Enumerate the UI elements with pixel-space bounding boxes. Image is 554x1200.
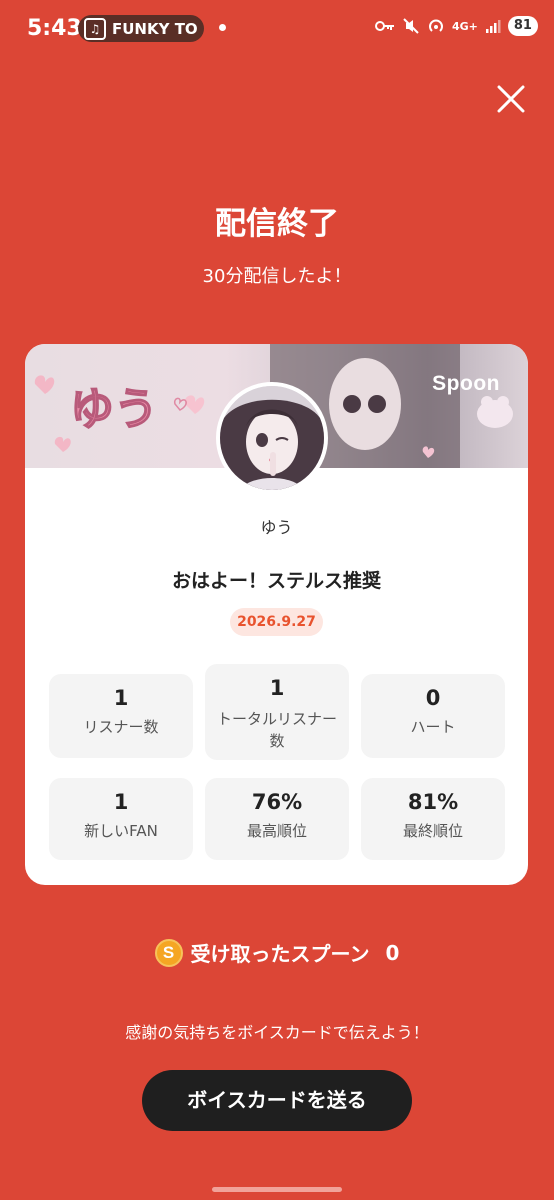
broadcast-duration-text: 30分配信したよ！ [202, 266, 352, 287]
hotspot-icon [429, 19, 443, 32]
live-title: おはよー！ステルス推奨 [171, 570, 381, 592]
mute-icon [403, 18, 419, 34]
stat-total-listeners: 1 トータルリスナー数 [205, 664, 349, 760]
stat-label: 新しいFAN [84, 822, 158, 840]
stat-value: 76% [251, 790, 303, 814]
now-playing-text: FUNKY TO [112, 19, 198, 38]
stat-label: 最終順位 [402, 822, 463, 840]
music-note-icon: ♫ [84, 17, 106, 40]
voice-card-prompt: 感謝の気持ちをボイスカードで伝えよう！ [125, 1023, 429, 1042]
banner-name-art: ゆう [70, 384, 158, 435]
stat-value: 1 [113, 790, 129, 814]
stat-final-rank: 81% 最終順位 [361, 778, 505, 860]
signal-icon [485, 20, 501, 33]
stat-label: トータルリスナー数 [217, 710, 338, 750]
send-voice-card-button[interactable]: ボイスカードを送る [142, 1070, 412, 1131]
page-title: 配信終了 [215, 206, 339, 242]
close-icon [497, 85, 525, 113]
dj-name: ゆう [260, 518, 293, 537]
spoon-coin-icon: S [154, 938, 183, 967]
dj-avatar [216, 382, 328, 494]
stat-label: 最高順位 [246, 822, 307, 840]
stat-hearts: 0 ハート [361, 674, 505, 758]
close-button[interactable] [496, 84, 526, 114]
spoons-received-label: 受け取ったスプーン [190, 942, 370, 966]
notification-dot-icon [219, 24, 226, 31]
stat-value: 0 [425, 686, 441, 710]
key-icon [375, 21, 394, 31]
stat-value: 1 [269, 676, 285, 700]
system-icons: 4G+ 81 [375, 16, 538, 36]
home-indicator[interactable] [212, 1187, 342, 1192]
broadcast-result-card: ゆう Spoon ゆう おはよー！ステルス推奨 2026.9.27 1 リスナー… [25, 344, 528, 885]
stat-highest-rank: 76% 最高順位 [205, 778, 349, 860]
status-time: 5:43 [27, 16, 82, 41]
stat-label: リスナー数 [83, 718, 159, 736]
stat-label: ハート [410, 718, 456, 736]
spoons-received-count: 0 [385, 940, 400, 965]
status-bar: 5:43 ♫ FUNKY TO 4G+ 81 [0, 0, 554, 58]
spoons-received-row: S 受け取ったスプーン 0 [0, 938, 554, 967]
stat-value: 81% [407, 790, 459, 814]
stat-value: 1 [113, 686, 129, 710]
spoon-logo: Spoon [432, 372, 500, 395]
network-type-label: 4G+ [452, 19, 478, 33]
stat-listeners: 1 リスナー数 [49, 674, 193, 758]
date-badge: 2026.9.27 [230, 608, 323, 636]
battery-indicator: 81 [507, 16, 538, 36]
now-playing-chip[interactable]: ♫ FUNKY TO [78, 15, 204, 42]
stat-new-fans: 1 新しいFAN [49, 778, 193, 860]
